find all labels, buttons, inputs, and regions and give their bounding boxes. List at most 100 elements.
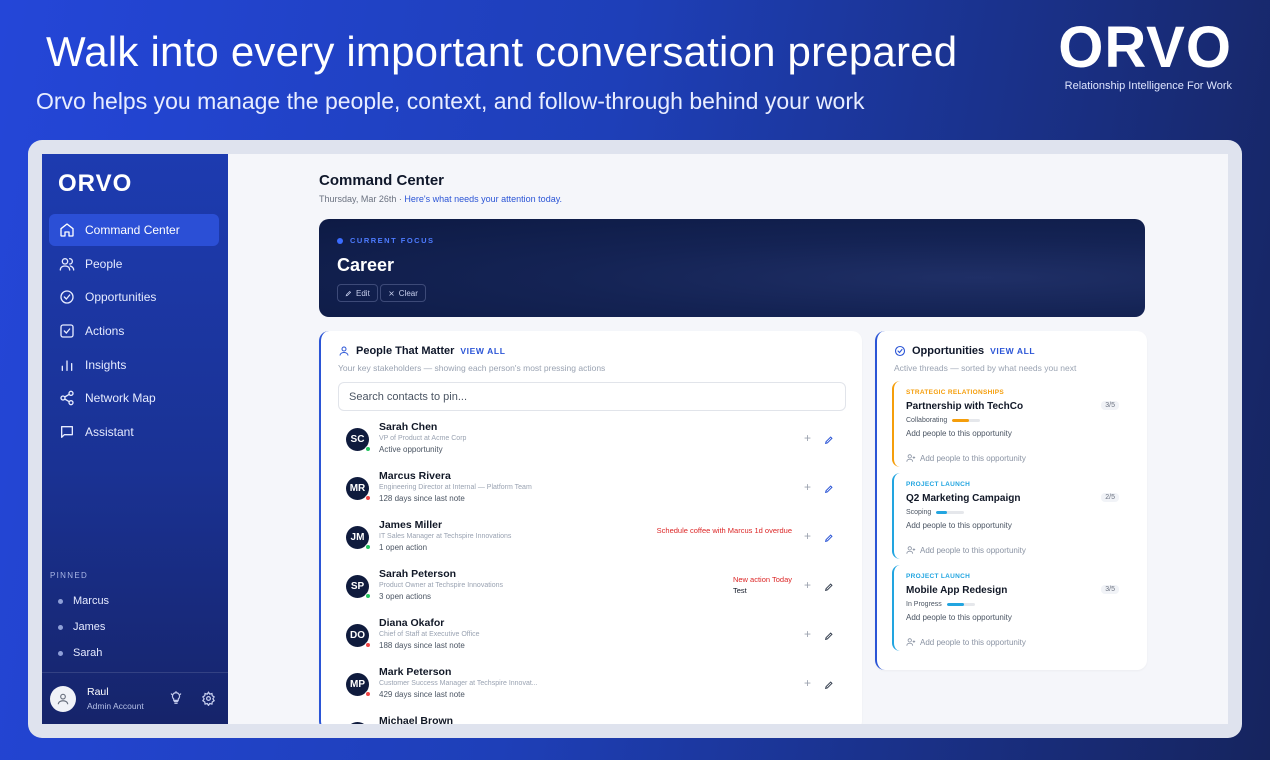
user-account[interactable]: Raul Admin Account [42,672,228,724]
opportunity-item[interactable]: PROJECT LAUNCH Mobile App Redesign 3/5 In P… [892,565,1142,651]
add-action-button[interactable]: + [804,627,811,641]
people-view-all-link[interactable]: VIEW ALL [460,346,505,356]
people-card-header: People That Matter VIEW ALL [338,345,506,357]
lightbulb-icon[interactable] [169,691,183,705]
pinned-label: PINNED [50,571,89,580]
sidebar-item-label: Assistant [85,425,134,440]
person-row[interactable]: JM James Miller IT Sales Manager at Techsp… [346,519,836,559]
brand-block: ORVO Relationship Intelligence For Work [1058,18,1232,93]
pending-action[interactable]: New action Today Test [733,574,792,596]
edit-focus-button[interactable]: Edit [337,284,378,302]
opportunity-item[interactable]: PROJECT LAUNCH Q2 Marketing Campaign 2/5 Sc… [892,473,1142,559]
add-people-button[interactable]: Add people to this opportunity [906,637,1026,647]
avatar: MB [346,722,369,724]
pinned-item[interactable]: Marcus [58,588,109,614]
opportunity-help-text: Add people to this opportunity [906,613,1012,622]
clear-focus-button[interactable]: Clear [379,284,426,302]
sidebar-item-people[interactable]: People [49,248,219,280]
opportunity-category: PROJECT LAUNCH [906,481,971,488]
stage-progress-fill [952,419,970,422]
sidebar-logo: ORVO [58,170,133,197]
current-focus-banner: CURRENT FOCUS Career Edit Clear [319,219,1145,317]
person-row[interactable]: SC Sarah Chen VP of Product at Acme Corp Ac… [346,421,836,461]
edit-person-button[interactable] [824,628,834,646]
person-role: VP of Product at Acme Corp [379,435,467,442]
sidebar-item-actions[interactable]: Actions [49,315,219,347]
person-row[interactable]: MBMichael Brown+ [346,715,836,724]
person-name[interactable]: Marcus Rivera [379,470,451,482]
pinned-item[interactable]: James [58,614,109,640]
edit-person-button[interactable] [824,579,834,597]
pencil-icon [824,681,833,690]
person-row[interactable]: SP Sarah Peterson Product Owner at Techspi… [346,568,836,608]
person-name[interactable]: Michael Brown [379,715,453,724]
edit-person-button[interactable] [824,432,834,450]
hero-subtitle: Orvo helps you manage the people, contex… [36,88,865,114]
pending-action[interactable]: Schedule coffee with Marcus 1d overdue [657,525,792,536]
add-people-button[interactable]: Add people to this opportunity [906,453,1026,463]
opportunity-item[interactable]: STRATEGIC RELATIONSHIPS Partnership with … [892,381,1142,467]
person-name[interactable]: James Miller [379,519,442,531]
person-note: 429 days since last note [379,690,465,699]
add-action-button[interactable]: + [804,676,811,690]
person-row[interactable]: MP Mark Peterson Customer Success Manager … [346,666,836,706]
opportunity-stage: Scoping [906,509,965,516]
opportunity-category: PROJECT LAUNCH [906,573,971,580]
stage-progress-bar [936,511,965,514]
gear-icon[interactable] [201,691,216,706]
user-icons [169,691,216,706]
person-name[interactable]: Sarah Chen [379,421,437,433]
edit-person-button[interactable] [824,481,834,499]
opportunity-title[interactable]: Q2 Marketing Campaign [906,493,1020,504]
pending-action-label: Schedule coffee with Marcus 1d overdue [656,526,792,535]
pending-action-sub: Test [732,586,747,595]
pinned-item[interactable]: Sarah [58,640,109,666]
people-card-subtitle: Your key stakeholders — showing each per… [338,363,606,373]
add-action-button[interactable]: + [804,529,811,543]
bullet-icon [58,598,63,604]
edit-person-button[interactable] [824,530,834,548]
checkbox-icon [60,324,74,338]
close-icon [388,290,394,296]
avatar: SC [346,428,371,452]
stage-label: Scoping [906,509,932,516]
main-content: Command Center Thursday, Mar 26th · Here… [228,154,1228,724]
pencil-icon [345,290,352,296]
person-note: 1 open action [379,543,428,552]
add-action-button[interactable]: + [804,431,811,445]
add-person-icon [906,454,916,462]
add-people-button[interactable]: Add people to this opportunity [906,545,1026,555]
opportunities-card-subtitle: Active threads — sorted by what needs yo… [894,363,1077,373]
person-note: 188 days since last note [379,641,465,650]
contact-search-input[interactable]: Search contacts to pin... [338,382,846,411]
sidebar-nav: Command Center People Opportunities Acti… [49,214,219,450]
opportunity-stage: Collaborating [906,417,981,424]
avatar-initials: MP [350,679,365,690]
sidebar-item-network-map[interactable]: Network Map [49,382,219,414]
add-action-button[interactable]: + [804,578,811,592]
person-name[interactable]: Mark Peterson [379,666,451,678]
sidebar: ORVO Command Center People Opportunities… [42,154,228,724]
person-row[interactable]: MR Marcus Rivera Engineering Director at I… [346,470,836,510]
avatar-initials: SP [350,581,365,592]
avatar: DO [346,624,371,648]
sidebar-item-assistant[interactable]: Assistant [49,416,219,448]
check-circle-icon [894,345,906,357]
sidebar-item-opportunities[interactable]: Opportunities [49,281,219,313]
person-name[interactable]: Diana Okafor [379,617,444,629]
people-card-title: People That Matter [356,345,455,357]
edit-person-button[interactable] [824,677,834,695]
person-row[interactable]: DO Diana Okafor Chief of Staff at Executiv… [346,617,836,657]
date-link[interactable]: Here's what needs your attention today. [404,194,562,204]
sidebar-item-insights[interactable]: Insights [49,349,219,381]
focus-buttons: Edit Clear [337,284,426,302]
page-title: Command Center [319,172,445,189]
person-name[interactable]: Sarah Peterson [379,568,456,580]
add-action-button[interactable]: + [804,480,811,494]
opportunity-title[interactable]: Mobile App Redesign [906,585,1007,596]
sidebar-item-command-center[interactable]: Command Center [49,214,219,246]
sidebar-item-label: Opportunities [85,290,157,305]
opportunities-view-all-link[interactable]: VIEW ALL [990,346,1035,356]
hero-title: Walk into every important conversation p… [46,28,958,75]
opportunity-title[interactable]: Partnership with TechCo [906,401,1023,412]
